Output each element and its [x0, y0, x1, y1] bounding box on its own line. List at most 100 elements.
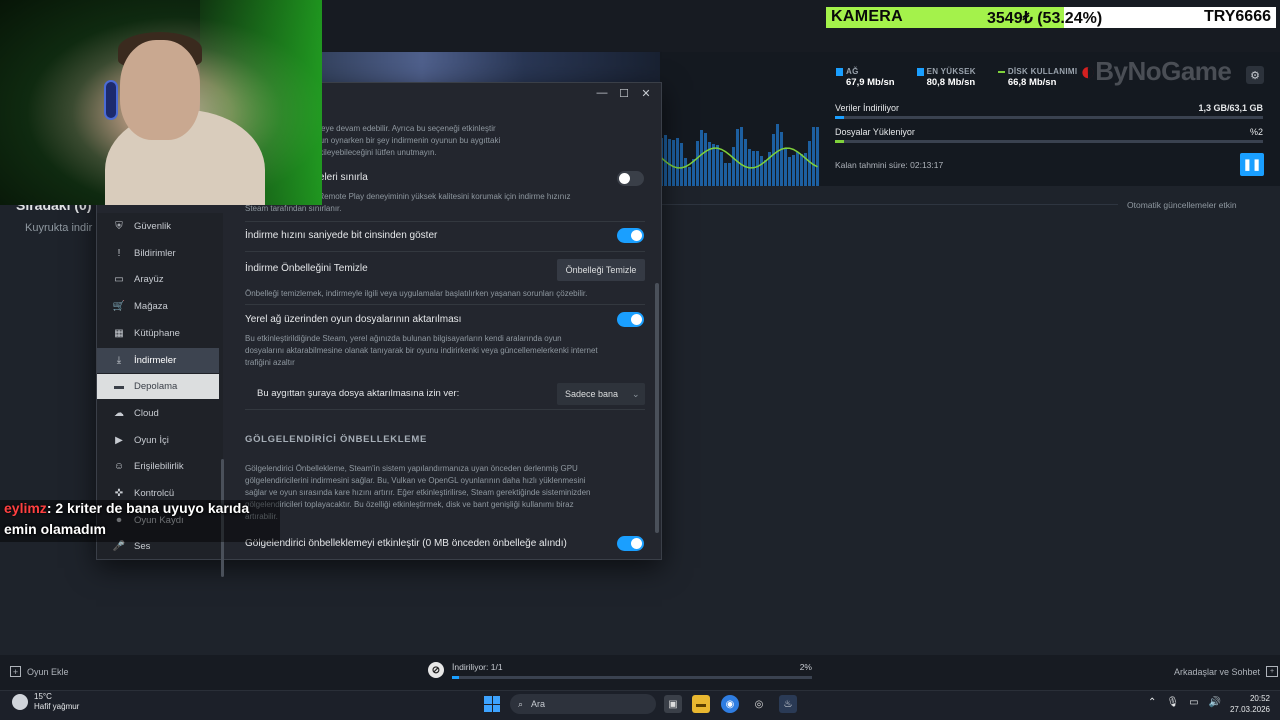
- graph-bar: [780, 132, 783, 186]
- graph-bar: [732, 147, 735, 186]
- volume-icon[interactable]: 🔊: [1209, 697, 1221, 708]
- graph-bar: [724, 163, 727, 186]
- download-icon: ⤓: [116, 354, 122, 366]
- graph-bar: [792, 155, 795, 186]
- sidebar-item-cloud[interactable]: ☁ Cloud: [97, 401, 219, 426]
- weather-widget[interactable]: 15°C Hafif yağmur: [12, 692, 79, 712]
- graph-bar: [772, 134, 775, 186]
- allow-transfer-dropdown[interactable]: Sadece bana ⌄: [557, 383, 645, 405]
- sidebar-item-label: Mağaza: [134, 301, 168, 313]
- bits-toggle[interactable]: [617, 228, 644, 243]
- taskbar-search-input[interactable]: ⌕ Ara: [510, 694, 656, 714]
- pause-icon[interactable]: ❚❚: [1240, 153, 1264, 176]
- divider: [245, 221, 645, 222]
- limit-downloads-toggle[interactable]: [617, 171, 644, 186]
- divider: [245, 304, 645, 305]
- monitor-icon: ▭: [114, 274, 124, 286]
- eta-text: Kalan tahmini süre: 02:13:17: [835, 160, 944, 170]
- network-bar-icon: [836, 67, 843, 76]
- peak-bar-icon: [916, 67, 924, 76]
- graph-bar: [760, 156, 763, 186]
- sidebar-item-label: Cloud: [134, 407, 159, 419]
- sidebar-item-download[interactable]: ⤓ İndirmeler: [97, 347, 219, 373]
- cart-icon: 🛒: [112, 301, 126, 313]
- grid-icon: ▦: [114, 327, 124, 339]
- graph-bar: [740, 127, 743, 186]
- bynogame-logo: ◐ByNoGame: [1080, 56, 1232, 86]
- graph-bar: [736, 129, 739, 186]
- bottom-download-status[interactable]: ⊘ İndiriliyor: 1/1 2%: [428, 662, 812, 679]
- windows-start-icon[interactable]: [484, 696, 500, 712]
- disk-line-icon: [997, 70, 1005, 73]
- webcam-feed: [0, 0, 322, 205]
- minimize-icon[interactable]: —: [593, 85, 611, 101]
- sidebar-item-accessibility[interactable]: ☺ Erişilebilirlik: [97, 454, 219, 479]
- download-settings-gear-icon[interactable]: ⚙: [1246, 66, 1264, 84]
- graph-bar: [676, 138, 679, 186]
- graph-bar: [696, 141, 699, 186]
- sidebar-item-label: Ses: [134, 541, 151, 553]
- divider: [245, 409, 645, 410]
- friends-chat-button[interactable]: Arkadaşlar ve Sohbet +: [1174, 666, 1279, 677]
- shader-section-heading: GÖLGELENDİRİCİ ÖNBELLEKLEME: [245, 434, 427, 445]
- sidebar-item-drive[interactable]: ▬ Depolama: [97, 374, 219, 400]
- queue-subtitle: Kuyrukta indir: [25, 222, 93, 234]
- app-icon[interactable]: ◎: [750, 695, 768, 713]
- graph-bar: [716, 145, 719, 186]
- chevron-up-icon[interactable]: ⌃: [1148, 697, 1156, 708]
- chrome-icon[interactable]: ◉: [721, 695, 739, 713]
- auto-updates-status: Otomatik güncellemeler etkin: [1127, 200, 1237, 210]
- sidebar-item-label: Arayüz: [134, 274, 164, 286]
- graph-bar: [712, 144, 715, 186]
- installing-progress-bar: [835, 140, 1263, 143]
- graph-bar: [704, 133, 707, 186]
- clear-cache-button[interactable]: Önbelleği Temizle: [557, 259, 645, 281]
- graph-bar: [684, 158, 687, 186]
- sidebar-item-label: Kütüphane: [134, 327, 180, 339]
- sidebar-item-label: Bildirimler: [134, 247, 176, 259]
- sidebar-item-label: Depolama: [134, 381, 178, 393]
- stat-network: AĞ 67,9 Mb/sn: [836, 66, 895, 88]
- cloud-icon: ☁: [114, 407, 124, 419]
- clock[interactable]: 20:52 27.03.2026: [1228, 693, 1270, 715]
- graph-bar: [756, 151, 759, 186]
- shader-toggle[interactable]: [617, 536, 644, 551]
- graph-bar: [808, 141, 811, 186]
- sidebar-item-label: Oyun İçi: [134, 434, 169, 446]
- play-icon: ▶: [115, 434, 123, 446]
- lan-transfer-toggle[interactable]: [617, 312, 644, 327]
- graph-bar: [816, 127, 819, 186]
- stat-peak: EN YÜKSEK 80,8 Mb/sn: [916, 66, 976, 88]
- display-icon[interactable]: ▭: [1189, 697, 1198, 708]
- content-scrollbar[interactable]: [655, 283, 659, 533]
- graph-bar: [728, 163, 731, 186]
- steam-taskbar-icon[interactable]: ♨: [779, 695, 797, 713]
- mic-icon: 🎤: [112, 541, 126, 553]
- graph-bar: [668, 139, 671, 186]
- graph-bar: [800, 154, 803, 186]
- shader-toggle-label: Gölgelendirici önbelleklemeyi etkinleşti…: [245, 538, 567, 549]
- sidebar-item-shield[interactable]: ⛨ Güvenlik: [97, 214, 219, 239]
- chat-icon: +: [1266, 666, 1279, 677]
- sidebar-item-play[interactable]: ▶ Oyun İçi: [97, 428, 219, 453]
- download-stats: AĞ 67,9 Mb/sn EN YÜKSEK 80,8 Mb/sn DİSK …: [836, 66, 1077, 88]
- bottom-progress-bar: [452, 676, 812, 679]
- divider: [245, 251, 645, 252]
- sidebar-item-grid[interactable]: ▦ Kütüphane: [97, 321, 219, 346]
- graph-bar: [700, 130, 703, 186]
- graph-bar: [688, 167, 691, 186]
- drive-icon: ▬: [114, 381, 124, 393]
- sidebar-item-alert[interactable]: ! Bildirimler: [97, 241, 219, 266]
- maximize-icon[interactable]: ☐: [615, 85, 633, 101]
- sidebar-item-cart[interactable]: 🛒 Mağaza: [97, 294, 219, 319]
- file-explorer-icon[interactable]: ▬: [692, 695, 710, 713]
- close-icon[interactable]: ✕: [637, 85, 655, 101]
- microphone-icon[interactable]: 🎙: [1166, 697, 1179, 708]
- graph-bar: [788, 157, 791, 186]
- add-game-button[interactable]: + Oyun Ekle: [10, 666, 69, 677]
- sidebar-item-monitor[interactable]: ▭ Arayüz: [97, 267, 219, 292]
- graph-bar: [764, 160, 767, 186]
- task-view-icon[interactable]: ▣: [664, 695, 682, 713]
- plus-icon: +: [10, 666, 21, 677]
- graph-bar: [776, 124, 779, 186]
